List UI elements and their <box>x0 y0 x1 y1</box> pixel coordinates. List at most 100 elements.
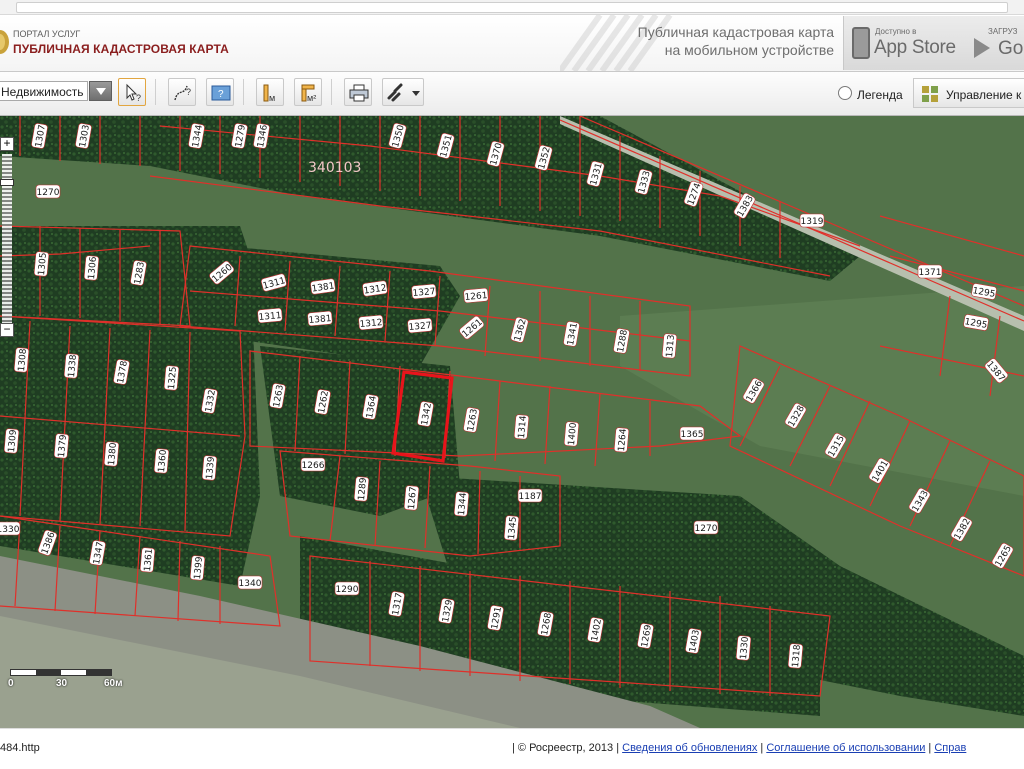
map-canvas[interactable]: 340103 1307 1303 1344 1279 1346 1350 1351 1370 1… <box>0 116 1024 728</box>
google-play-button[interactable]: ЗАГРУЗ Goo <box>966 16 1024 70</box>
parcel-number-text: 1400 <box>567 422 579 446</box>
layer-management-button[interactable]: Управление к <box>913 78 1024 108</box>
parcel-number[interactable]: 1361 <box>139 547 156 573</box>
print-button[interactable] <box>344 78 372 106</box>
parcel-number[interactable]: 1325 <box>163 365 180 391</box>
zoom-in-button[interactable]: + <box>0 137 14 151</box>
parcel-number[interactable]: 1380 <box>103 441 120 467</box>
parcel-number[interactable]: 1313 <box>661 333 678 359</box>
page-footer: 484.http | © Росреестр, 2013 | Сведения … <box>0 728 1024 769</box>
address-bar[interactable] <box>16 2 1008 13</box>
path-query-icon: ? <box>174 85 191 101</box>
zoom-handle[interactable] <box>0 179 14 186</box>
parcel-number-text: 1327 <box>412 287 436 299</box>
measure-area-button[interactable]: м² <box>294 78 322 106</box>
app-store-caption: Доступно в <box>875 27 917 36</box>
parcel-number-text: 1261 <box>464 291 488 303</box>
parcel-number[interactable]: 1187 <box>517 488 543 503</box>
parcel-number[interactable]: 1365 <box>679 426 705 441</box>
google-play-label: Goo <box>998 38 1024 59</box>
parcel-number[interactable]: 1318 <box>787 643 804 669</box>
parcel-number[interactable]: 1360 <box>153 448 170 474</box>
zoom-out-button[interactable]: − <box>0 323 14 337</box>
parcel-number[interactable]: 1308 <box>13 347 30 373</box>
scale-bar: 0 30 60м <box>8 664 123 694</box>
parcel-number[interactable]: 1330 <box>0 521 21 536</box>
parcel-number[interactable]: 1314 <box>513 414 530 440</box>
parcel-number[interactable]: 1340 <box>237 575 263 590</box>
parcel-number-text: 1327 <box>408 321 432 333</box>
parcel-number[interactable]: 1290 <box>334 581 360 596</box>
parcel-number-text: 1360 <box>157 449 169 473</box>
parcel-number[interactable]: 1327 <box>407 317 433 334</box>
parcel-number[interactable]: 1338 <box>63 353 80 379</box>
updates-link[interactable]: Сведения об обновлениях <box>622 742 757 754</box>
svg-text:?: ? <box>186 87 191 97</box>
parcel-number-text: 1365 <box>681 430 704 440</box>
parcel-number[interactable]: 1306 <box>83 255 100 281</box>
measure-length-button[interactable]: м <box>256 78 284 106</box>
parcel-number[interactable]: 1379 <box>53 433 70 459</box>
parcel-number[interactable]: 1309 <box>3 428 20 454</box>
portal-title[interactable]: ПУБЛИЧНАЯ КАДАСТРОВАЯ КАРТА <box>13 42 229 56</box>
status-url: 484.http <box>0 742 40 754</box>
parcel-number[interactable]: 1327 <box>411 283 437 300</box>
legend-label[interactable]: Легенда <box>857 88 903 102</box>
layer-select[interactable]: Недвижимость <box>0 81 88 101</box>
parcel-number[interactable]: 1345 <box>503 515 520 541</box>
parcel-number[interactable]: 1270 <box>35 184 61 199</box>
copyright: | © Росреестр, 2013 | <box>512 742 620 754</box>
svg-text:м²: м² <box>307 93 316 103</box>
parcel-number[interactable]: 1330 <box>735 635 752 661</box>
parcel-number-text: 1187 <box>519 492 542 502</box>
parcel-number[interactable]: 1311 <box>257 307 283 324</box>
parcel-number[interactable]: 1305 <box>33 251 50 277</box>
parcel-number[interactable]: 1289 <box>353 476 370 502</box>
measure-path-button[interactable]: ? <box>168 78 196 106</box>
parcel-number-text: 1380 <box>107 442 119 466</box>
parcel-number[interactable]: 1400 <box>563 421 580 447</box>
parcel-number[interactable]: 1266 <box>300 457 326 472</box>
scale-graphic <box>10 669 112 676</box>
parcel-number[interactable]: 1270 <box>693 520 719 535</box>
terms-link[interactable]: Соглашение об использовании <box>766 742 925 754</box>
help-link[interactable]: Справ <box>934 742 966 754</box>
promo-line-2: на мобильном устройстве <box>664 42 834 58</box>
parcel-number-text: 1338 <box>67 354 79 378</box>
parcel-number-text: 1330 <box>739 636 751 660</box>
parcel-number[interactable]: 1381 <box>307 310 333 327</box>
parcel-number[interactable]: 1344 <box>453 491 470 517</box>
parcel-number[interactable]: 1267 <box>403 485 420 511</box>
scale-label-30: 30 <box>56 678 68 689</box>
parcel-number-text: 1313 <box>665 334 677 358</box>
scale-label-0: 0 <box>8 678 14 689</box>
link-button[interactable] <box>382 78 424 106</box>
parcel-number[interactable]: 1261 <box>463 287 489 304</box>
parcel-number-text: 1290 <box>336 585 359 595</box>
parcel-number[interactable]: 1319 <box>799 213 825 228</box>
play-icon <box>974 38 990 58</box>
parcel-number-text: 1399 <box>193 556 205 580</box>
map-toolbar: Недвижимость ? ? ? м м² Легенда Управлен… <box>0 72 1024 116</box>
parcel-number[interactable]: 1312 <box>358 314 384 331</box>
parcel-number[interactable]: 1264 <box>613 427 630 453</box>
footer-links: | © Росреестр, 2013 | Сведения об обновл… <box>512 742 966 754</box>
parcel-number[interactable]: 1339 <box>201 455 218 481</box>
map-svg[interactable]: 340103 1307 1303 1344 1279 1346 1350 1351 1370 1… <box>0 116 1024 728</box>
area-query-icon: ? <box>211 85 231 101</box>
svg-text:м: м <box>269 93 275 103</box>
select-area-button[interactable]: ? <box>206 78 234 106</box>
identify-button[interactable]: ? <box>118 78 146 106</box>
phone-icon <box>852 27 870 59</box>
parcel-number-text: 1371 <box>919 268 942 278</box>
parcel-number-text: 1319 <box>801 217 824 227</box>
parcel-number[interactable]: 1399 <box>189 555 206 581</box>
portal-subtitle: ПОРТАЛ УСЛУГ <box>13 29 81 39</box>
parcel-number-text: 1344 <box>457 492 469 516</box>
layer-dropdown-arrow[interactable] <box>89 81 112 101</box>
parcel-number-text: 1340 <box>239 579 262 589</box>
parcel-number-text: 1267 <box>407 486 419 510</box>
app-store-button[interactable]: Доступно в App Store <box>843 16 967 70</box>
legend-checkbox[interactable] <box>838 86 852 100</box>
parcel-number[interactable]: 1371 <box>917 264 943 279</box>
